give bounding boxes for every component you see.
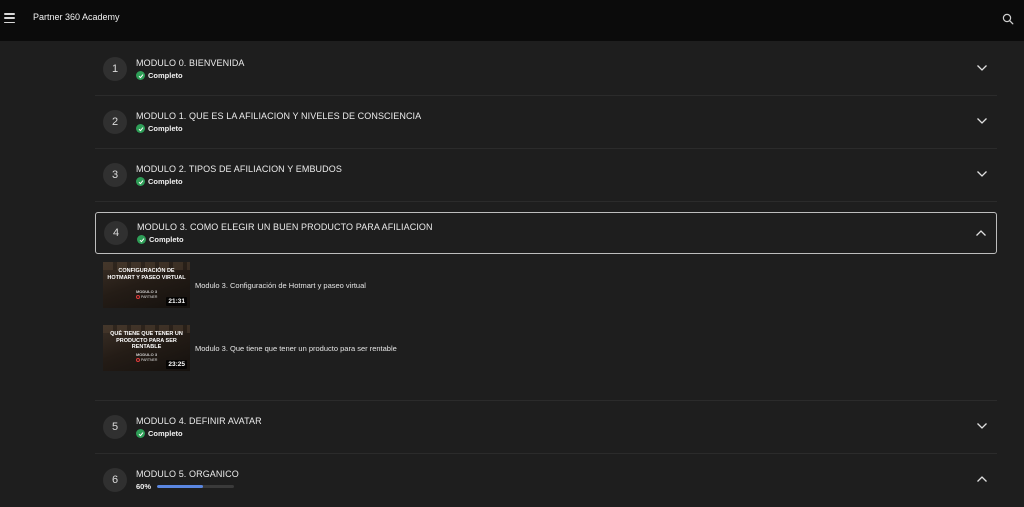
- lesson-list: CONFIGURACIÓN DE HOTMART Y PASEO VIRTUAL…: [95, 254, 997, 401]
- module-number: 4: [104, 221, 128, 245]
- lesson-duration: 23:25: [166, 360, 187, 369]
- chevron-down-icon[interactable]: [976, 422, 988, 430]
- thumbnail-logo: PARTNER: [136, 358, 157, 362]
- module-number: 3: [103, 163, 127, 187]
- thumbnail-subtitle: MODULO 3: [135, 352, 158, 357]
- thumbnail-title: CONFIGURACIÓN DE HOTMART Y PASEO VIRTUAL: [107, 268, 186, 281]
- logo-icon: [136, 295, 140, 299]
- progress-label: 60%: [136, 482, 152, 491]
- top-bar: Partner 360 Academy: [0, 0, 1024, 41]
- module-number: 6: [103, 468, 127, 492]
- module-status-label: Completo: [148, 71, 183, 80]
- module-title: MODULO 2. TIPOS DE AFILIACION Y EMBUDOS: [136, 164, 342, 174]
- check-circle-icon: [136, 177, 145, 186]
- module-title: MODULO 0. BIENVENIDA: [136, 58, 245, 68]
- thumbnail-logo-text: PARTNER: [141, 358, 158, 362]
- thumbnail-logo: PARTNER: [136, 295, 157, 299]
- thumbnail-subtitle: MODULO 3: [135, 289, 158, 294]
- lesson-title[interactable]: Modulo 3. Configuración de Hotmart y pas…: [195, 281, 366, 290]
- module-status: Completo: [136, 429, 183, 438]
- hamburger-icon[interactable]: [4, 13, 15, 23]
- module-title: MODULO 5. ORGANICO: [136, 469, 239, 479]
- thumbnail-title: QUÉ TIENE QUE TENER UN PRODUCTO PARA SER…: [110, 331, 183, 350]
- app-title: Partner 360 Academy: [33, 12, 120, 22]
- check-circle-icon: [136, 71, 145, 80]
- check-circle-icon: [137, 235, 146, 244]
- lesson-item[interactable]: CONFIGURACIÓN DE HOTMART Y PASEO VIRTUAL…: [103, 262, 366, 308]
- module-row[interactable]: 3 MODULO 2. TIPOS DE AFILIACION Y EMBUDO…: [95, 149, 997, 202]
- module-title: MODULO 1. QUE ES LA AFILIACION Y NIVELES…: [136, 111, 422, 121]
- chevron-up-icon[interactable]: [975, 229, 987, 237]
- thumbnail-logo-text: PARTNER: [141, 295, 158, 299]
- chevron-down-icon[interactable]: [976, 170, 988, 178]
- module-status: Completo: [136, 177, 183, 186]
- lesson-thumbnail[interactable]: QUÉ TIENE QUE TENER UN PRODUCTO PARA SER…: [103, 325, 190, 371]
- module-title: MODULO 4. DEFINIR AVATAR: [136, 416, 262, 426]
- lesson-item[interactable]: QUÉ TIENE QUE TENER UN PRODUCTO PARA SER…: [103, 325, 397, 371]
- module-number: 1: [103, 57, 127, 81]
- module-row[interactable]: 2 MODULO 1. QUE ES LA AFILIACION Y NIVEL…: [95, 96, 997, 149]
- chevron-up-icon[interactable]: [976, 475, 988, 483]
- lesson-duration: 21:31: [166, 297, 187, 306]
- chevron-down-icon[interactable]: [976, 117, 988, 125]
- lesson-title[interactable]: Modulo 3. Que tiene que tener un product…: [195, 344, 397, 353]
- module-status-label: Completo: [148, 429, 183, 438]
- progress-bar-fill: [157, 485, 204, 488]
- module-status-label: Completo: [148, 124, 183, 133]
- module-status: Completo: [136, 124, 183, 133]
- module-status: Completo: [137, 235, 184, 244]
- module-status-label: Completo: [148, 177, 183, 186]
- check-circle-icon: [136, 429, 145, 438]
- check-circle-icon: [136, 124, 145, 133]
- module-row-expanded[interactable]: 4 MODULO 3. COMO ELEGIR UN BUEN PRODUCTO…: [95, 212, 997, 254]
- lesson-thumbnail[interactable]: CONFIGURACIÓN DE HOTMART Y PASEO VIRTUAL…: [103, 262, 190, 308]
- module-progress: 60%: [136, 482, 235, 491]
- search-icon[interactable]: [1002, 13, 1014, 25]
- module-row[interactable]: 5 MODULO 4. DEFINIR AVATAR Completo: [95, 401, 997, 454]
- module-title: MODULO 3. COMO ELEGIR UN BUEN PRODUCTO P…: [137, 222, 433, 232]
- module-status: Completo: [136, 71, 183, 80]
- module-number: 2: [103, 110, 127, 134]
- module-status-label: Completo: [149, 235, 184, 244]
- module-list: 1 MODULO 0. BIENVENIDA Completo 2 MODULO…: [95, 43, 997, 507]
- chevron-down-icon[interactable]: [976, 64, 988, 72]
- module-row[interactable]: 6 MODULO 5. ORGANICO 60%: [95, 454, 997, 507]
- module-row[interactable]: 1 MODULO 0. BIENVENIDA Completo: [95, 43, 997, 96]
- module-number: 5: [103, 415, 127, 439]
- logo-icon: [136, 358, 140, 362]
- progress-bar: [157, 485, 235, 488]
